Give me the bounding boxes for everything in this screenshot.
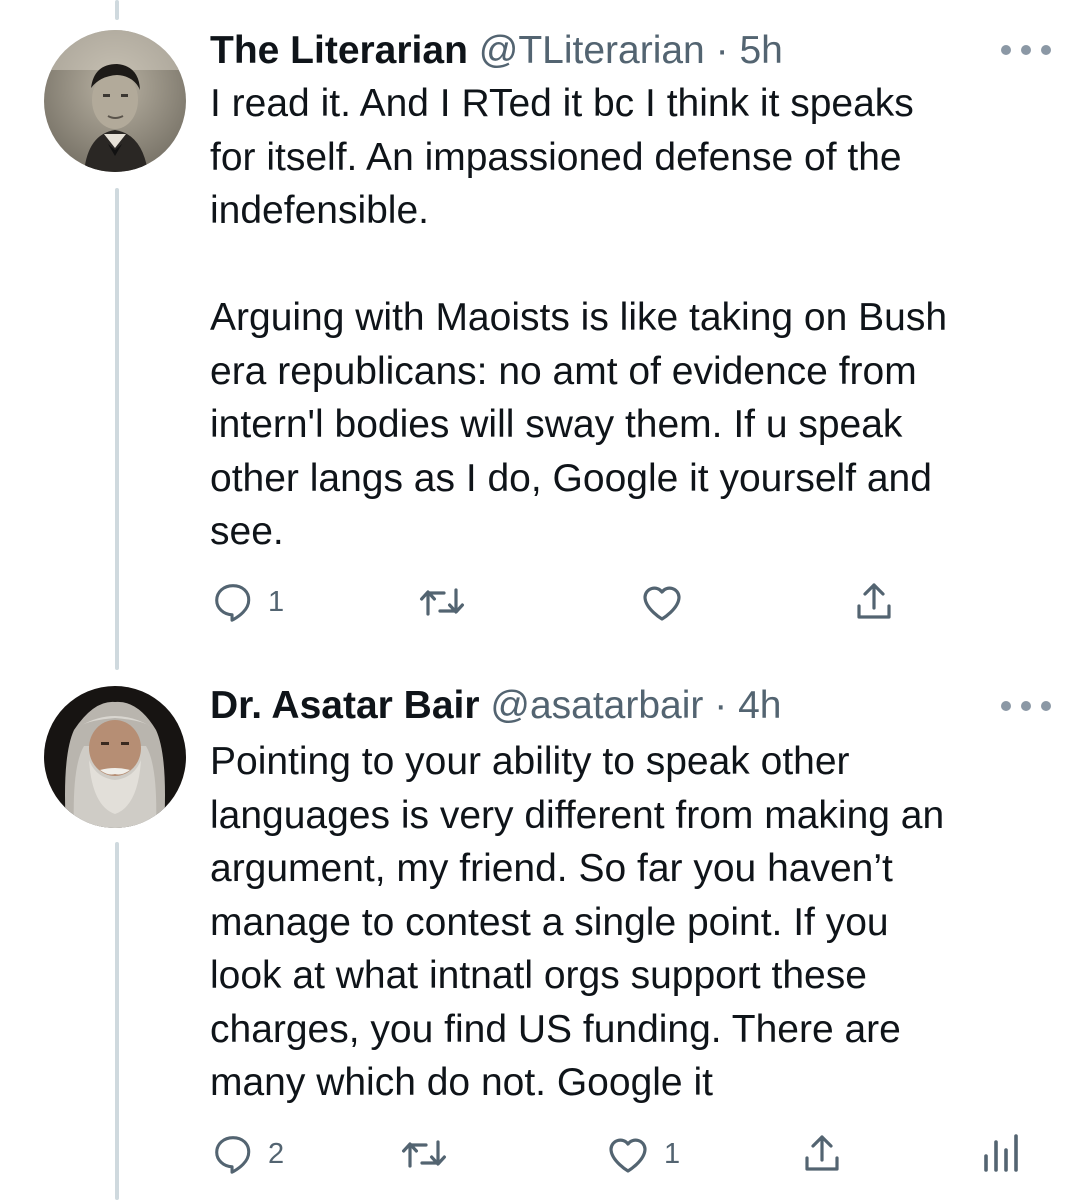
thread-line-top — [115, 0, 119, 20]
timestamp[interactable]: 5h — [739, 29, 782, 72]
reply-button[interactable]: 1 — [210, 576, 284, 628]
separator-dot: · — [714, 684, 728, 727]
tweet-2-header: Dr. Asatar Bair @asatarbair · 4h — [210, 683, 781, 729]
thread-line-middle — [115, 188, 119, 670]
share-button[interactable] — [798, 1128, 846, 1180]
thread-line-bottom — [115, 842, 119, 1200]
analytics-icon — [984, 1134, 1018, 1172]
reply-icon — [215, 1136, 251, 1174]
reply-count: 1 — [268, 585, 285, 618]
share-icon — [805, 1135, 839, 1171]
more-icon[interactable] — [1001, 696, 1051, 716]
retweet-icon — [420, 588, 464, 616]
handle[interactable]: @asatarbair — [490, 684, 703, 727]
handle[interactable]: @TLiterarian — [479, 29, 705, 72]
analytics-button[interactable] — [980, 1128, 1020, 1180]
avatar-dr-asatar-bair[interactable] — [44, 686, 186, 828]
tweet-1-text: I read it. And I RTed it bc I think it s… — [210, 82, 948, 553]
tweet-1-actions: 1 — [210, 576, 1070, 628]
reply-icon — [215, 584, 251, 622]
share-icon — [857, 583, 891, 619]
reply-button[interactable]: 2 — [210, 1128, 284, 1180]
retweet-button[interactable] — [400, 1128, 460, 1180]
display-name[interactable]: Dr. Asatar Bair — [210, 684, 480, 727]
reply-count: 2 — [268, 1137, 285, 1170]
share-button[interactable] — [850, 576, 898, 628]
like-icon — [643, 586, 681, 621]
avatar-the-literarian[interactable] — [44, 30, 186, 172]
tweet-2-text: Pointing to your ability to speak other … — [210, 740, 945, 1104]
tweet-1-header: The Literarian @TLiterarian · 5h — [210, 28, 783, 74]
like-button[interactable] — [638, 576, 698, 628]
avatar-photo — [44, 686, 186, 828]
retweet-button[interactable] — [418, 576, 478, 628]
like-button[interactable]: 1 — [604, 1128, 680, 1180]
like-icon — [609, 1138, 647, 1173]
tweet-2-actions: 2 1 — [210, 1128, 1070, 1180]
timestamp[interactable]: 4h — [738, 684, 781, 727]
separator-dot: · — [715, 29, 729, 72]
more-icon[interactable] — [1001, 40, 1051, 60]
display-name[interactable]: The Literarian — [210, 29, 468, 72]
like-count: 1 — [664, 1137, 681, 1170]
retweet-icon — [402, 1140, 446, 1168]
avatar-photo — [44, 30, 186, 172]
